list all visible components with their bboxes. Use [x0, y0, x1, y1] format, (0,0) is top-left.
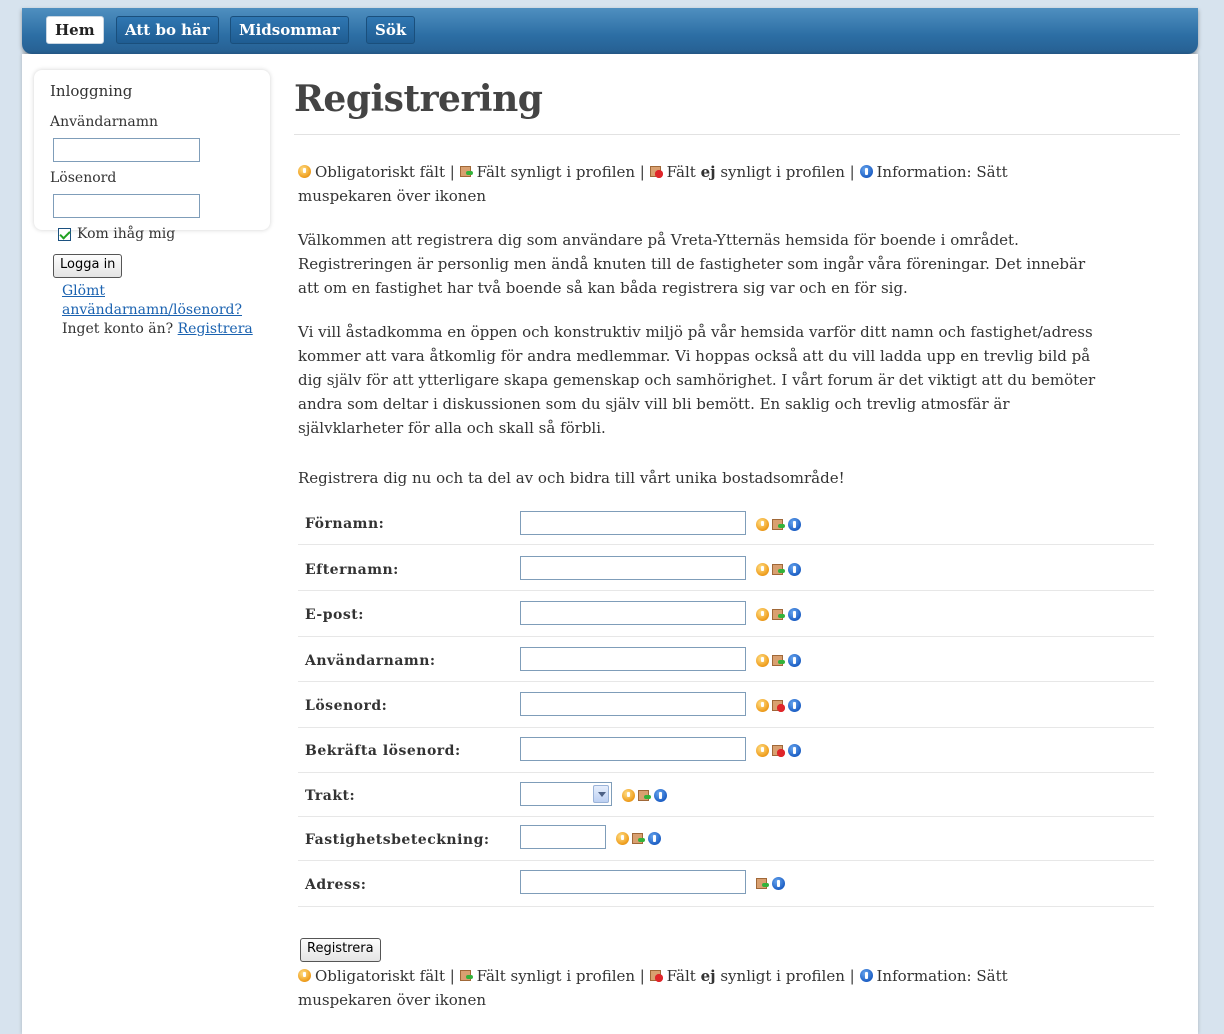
visible-in-profile-icon: [459, 165, 473, 178]
field-label-epost: E-post:: [305, 607, 364, 623]
bekrafta-losenord-input[interactable]: [520, 737, 746, 761]
not-visible-in-profile-icon: [649, 969, 663, 982]
epost-input[interactable]: [520, 601, 746, 625]
page-title: Registrering: [294, 78, 543, 120]
row-divider: [298, 590, 1154, 591]
info-icon[interactable]: [788, 744, 801, 757]
field-label-adress: Adress:: [305, 877, 367, 893]
field-icons: [756, 874, 788, 893]
visible-in-profile-icon: [772, 518, 785, 531]
row-divider: [298, 772, 1154, 773]
required-icon: [756, 699, 769, 712]
nav-item-sok[interactable]: Sök: [366, 16, 416, 44]
username-label: Användarnamn: [50, 114, 159, 130]
field-icons: [622, 786, 670, 805]
info-icon[interactable]: [788, 654, 801, 667]
icon-legend-bottom: Obligatoriskt fält | Fält synligt i prof…: [298, 967, 1008, 1009]
fastighetsbeteckning-input[interactable]: [520, 825, 606, 849]
fornamn-input[interactable]: [520, 511, 746, 535]
adress-input[interactable]: [520, 870, 746, 894]
row-divider: [298, 544, 1154, 545]
nav-item-hem[interactable]: Hem: [46, 16, 104, 44]
field-label-anvandarnamn: Användarnamn:: [305, 653, 436, 669]
page-content: Inloggning Användarnamn Lösenord Kom ihå…: [22, 54, 1198, 1034]
login-username-input[interactable]: [53, 138, 200, 162]
anvandarnamn-input[interactable]: [520, 647, 746, 671]
field-icons: [616, 829, 664, 848]
required-icon: [616, 832, 629, 845]
required-icon: [622, 789, 635, 802]
title-divider: [294, 134, 1180, 135]
required-icon: [298, 165, 311, 178]
visible-in-profile-icon: [756, 877, 769, 890]
row-divider: [298, 816, 1154, 817]
not-visible-in-profile-icon: [772, 699, 785, 712]
chevron-down-icon[interactable]: [593, 785, 609, 803]
info-icon[interactable]: [772, 877, 785, 890]
remember-me-checkbox[interactable]: [58, 228, 71, 241]
efternamn-input[interactable]: [520, 556, 746, 580]
login-panel: Inloggning Användarnamn Lösenord: [34, 70, 270, 230]
info-icon[interactable]: [654, 789, 667, 802]
trakt-select[interactable]: [520, 782, 612, 806]
row-divider: [298, 860, 1154, 861]
nav-item-midsommar[interactable]: Midsommar: [230, 16, 349, 44]
field-icons: [756, 651, 804, 670]
field-icons: [756, 515, 804, 534]
nav-item-att-bo-har[interactable]: Att bo här: [116, 16, 219, 44]
forgot-password-link[interactable]: Glömt användarnamn/lösenord?: [62, 283, 242, 318]
visible-in-profile-icon: [632, 832, 645, 845]
row-divider: [298, 727, 1154, 728]
intro-paragraph-2: Vi vill åstadkomma en öppen och konstruk…: [298, 323, 1096, 437]
intro-paragraph-3: Registrera dig nu och ta del av och bidr…: [298, 469, 845, 487]
login-password-input[interactable]: [53, 194, 200, 218]
no-account-text: Inget konto än?: [62, 321, 174, 337]
remember-me-label: Kom ihåg mig: [77, 226, 176, 242]
visible-in-profile-icon: [772, 654, 785, 667]
required-icon: [756, 518, 769, 531]
field-icons: [756, 741, 804, 760]
row-divider: [298, 636, 1154, 637]
info-icon[interactable]: [788, 699, 801, 712]
info-icon[interactable]: [788, 518, 801, 531]
info-icon[interactable]: [788, 563, 801, 576]
top-navigation-bar: Hem Att bo här Midsommar Sök: [22, 8, 1198, 54]
icon-legend-top: Obligatoriskt fält | Fält synligt i prof…: [298, 163, 1008, 205]
row-divider: [298, 906, 1154, 907]
required-icon: [298, 969, 311, 982]
field-label-fornamn: Förnamn:: [305, 516, 385, 532]
info-icon: [859, 969, 873, 982]
field-icons: [756, 605, 804, 624]
password-label: Lösenord: [50, 170, 117, 186]
visible-in-profile-icon: [772, 563, 785, 576]
visible-in-profile-icon: [772, 608, 785, 621]
field-label-losenord: Lösenord:: [305, 698, 388, 714]
field-label-fastighetsbeteckning: Fastighetsbeteckning:: [305, 832, 490, 848]
sidebar-register-link[interactable]: Registrera: [178, 321, 253, 337]
visible-in-profile-icon: [638, 789, 651, 802]
required-icon: [756, 744, 769, 757]
field-label-bekrafta-losenord: Bekräfta lösenord:: [305, 743, 461, 759]
not-visible-in-profile-icon: [649, 165, 663, 178]
visible-in-profile-icon: [459, 969, 473, 982]
required-icon: [756, 654, 769, 667]
login-title: Inloggning: [50, 82, 133, 100]
field-icons: [756, 696, 804, 715]
info-icon[interactable]: [648, 832, 661, 845]
not-visible-in-profile-icon: [772, 744, 785, 757]
required-icon: [756, 608, 769, 621]
info-icon[interactable]: [788, 608, 801, 621]
register-submit-button[interactable]: Registrera: [300, 938, 381, 962]
field-label-efternamn: Efternamn:: [305, 562, 399, 578]
intro-paragraph-1: Välkommen att registrera dig som använda…: [298, 231, 1086, 297]
row-divider: [298, 681, 1154, 682]
required-icon: [756, 563, 769, 576]
login-button[interactable]: Logga in: [53, 254, 123, 278]
info-icon: [859, 165, 873, 178]
losenord-input[interactable]: [520, 692, 746, 716]
field-icons: [756, 560, 804, 579]
field-label-trakt: Trakt:: [305, 788, 356, 804]
